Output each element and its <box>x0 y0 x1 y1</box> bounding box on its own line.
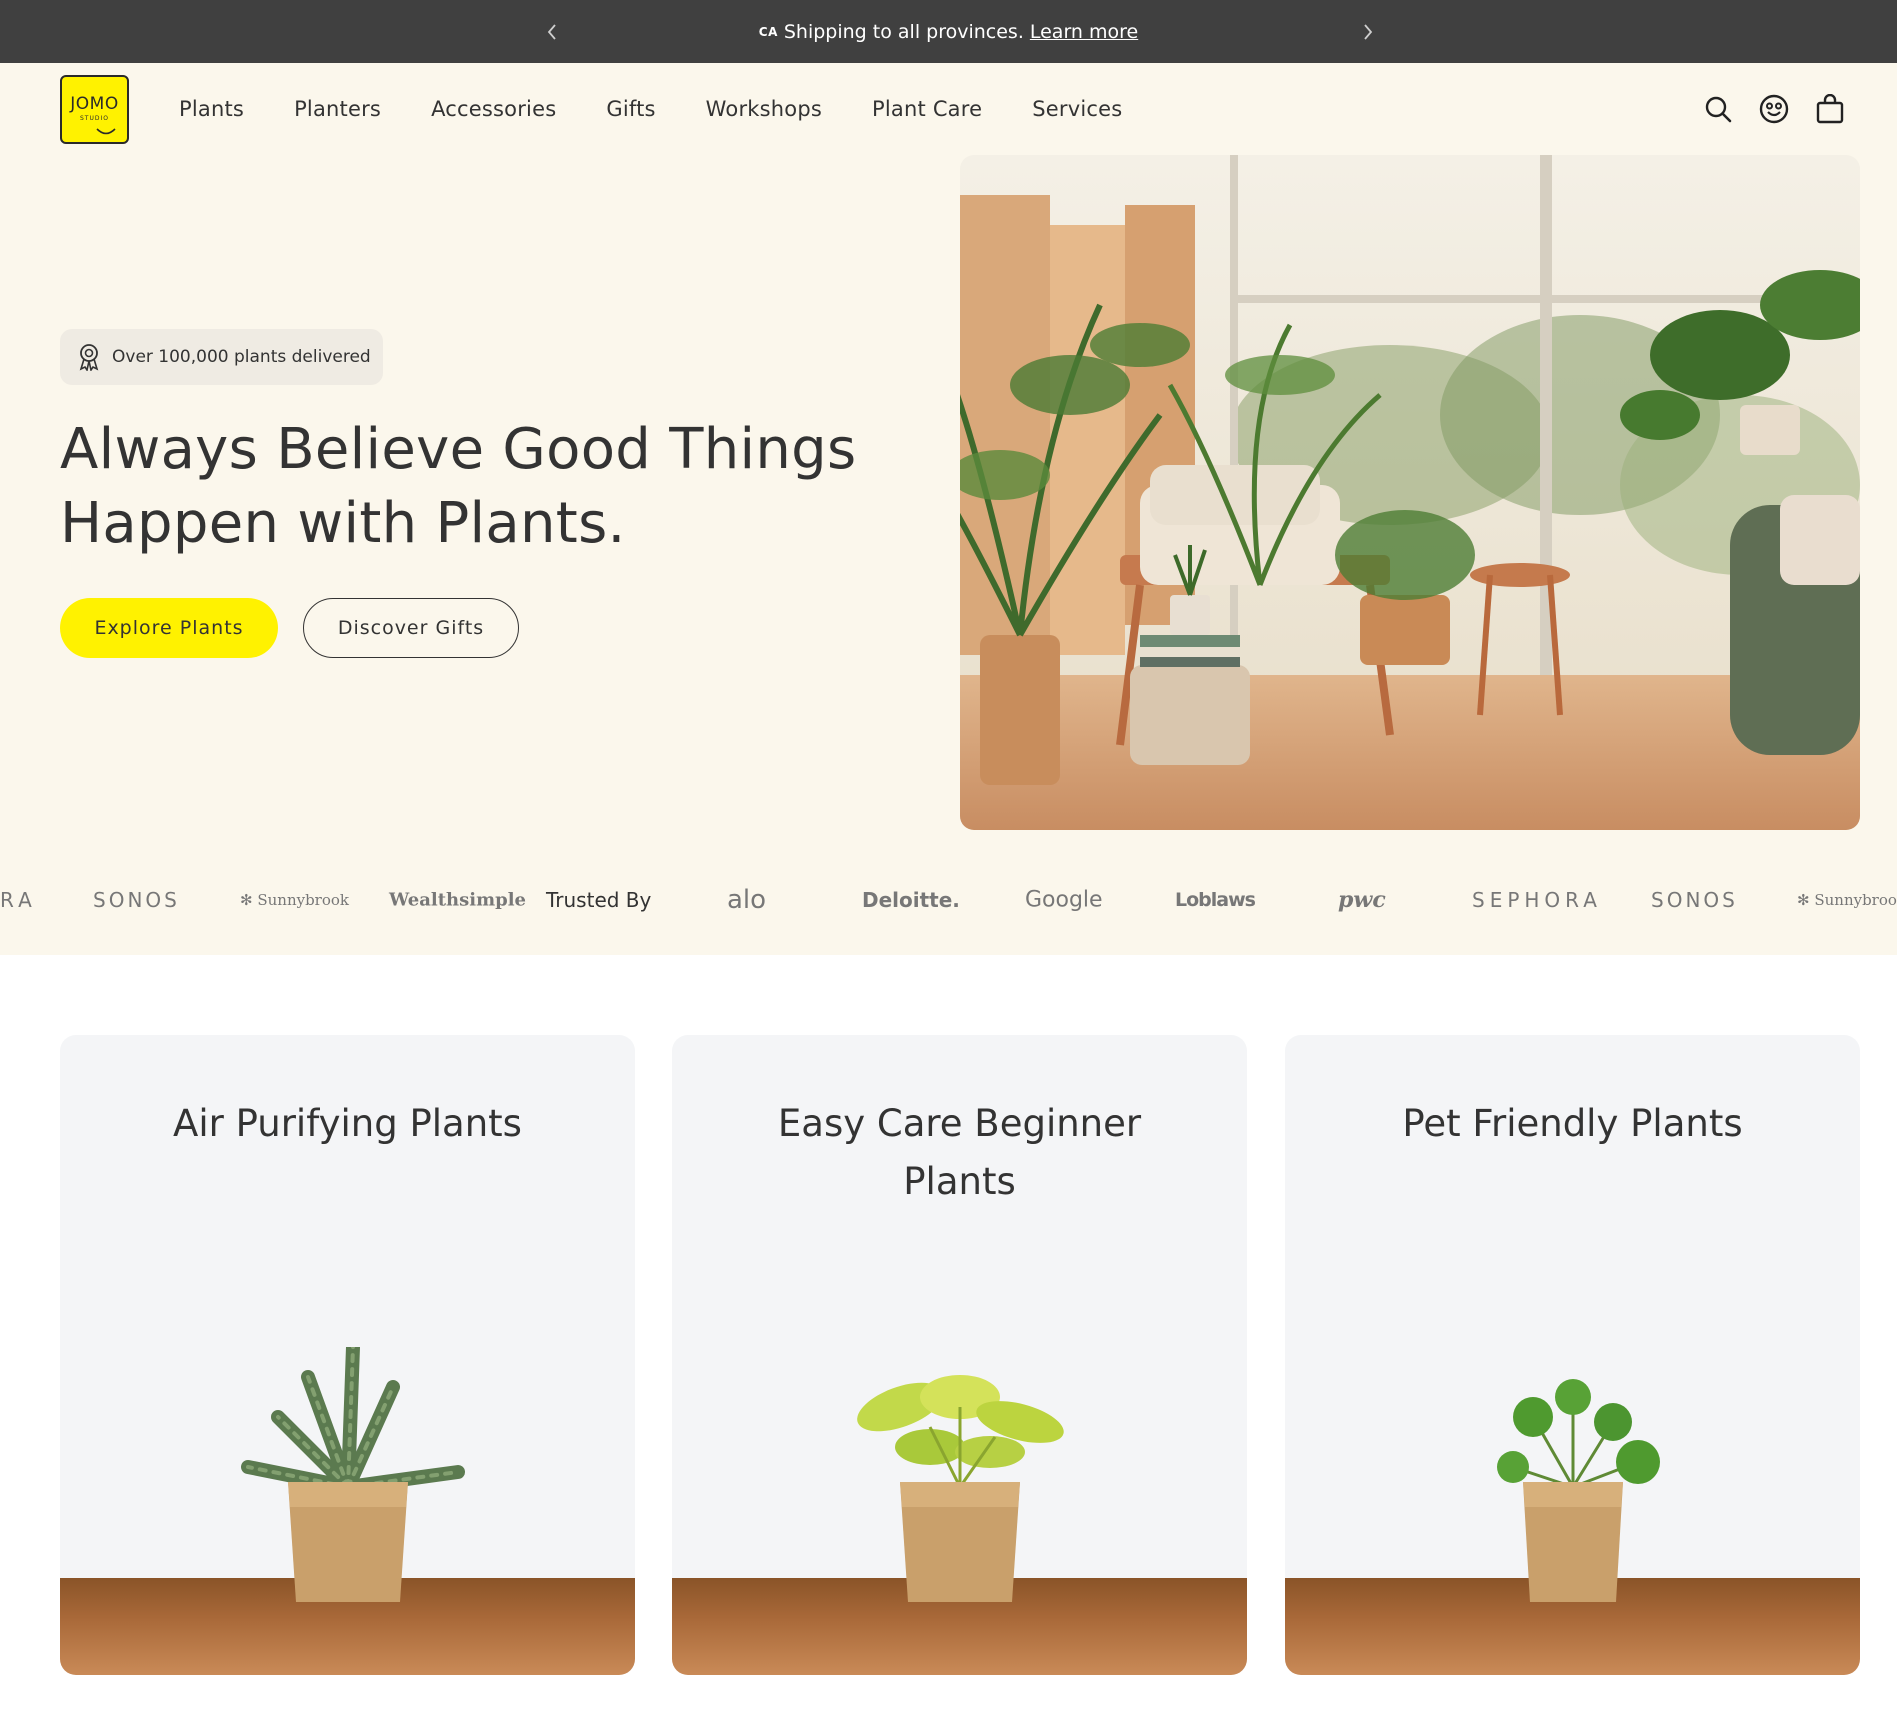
snake-plant-image <box>240 1347 465 1602</box>
explore-plants-button[interactable]: Explore Plants <box>60 598 278 658</box>
logo-word: JOMO <box>70 94 119 114</box>
account-icon <box>1759 94 1789 124</box>
header-actions <box>1703 94 1845 124</box>
nav-workshops[interactable]: Workshops <box>706 97 822 121</box>
sunnybrook-mark-icon: ✻ <box>1797 891 1815 909</box>
nav-plants[interactable]: Plants <box>179 97 244 121</box>
country-code: CA <box>758 24 778 39</box>
logo-alo: alo <box>727 885 767 915</box>
main-nav: Plants Planters Accessories Gifts Worksh… <box>179 97 1172 121</box>
logo-sephora-partial: RA <box>0 888 37 912</box>
logo-sunnybrook-text: Sunnybrook <box>257 891 349 909</box>
card-title: Air Purifying Plants <box>173 1102 522 1145</box>
sunnybrook-mark-icon: ✻ <box>240 891 258 909</box>
announcement-text: Shipping to all provinces. <box>783 20 1024 43</box>
card-easy-care[interactable]: Easy Care Beginner Plants <box>672 1035 1247 1675</box>
logo-loblaws: Loblaws <box>1175 889 1256 911</box>
account-button[interactable] <box>1759 94 1789 124</box>
award-ribbon-icon <box>79 344 99 371</box>
logo-sonos-2: SONOS <box>1651 888 1738 912</box>
logo-sonos: SONOS <box>93 888 180 912</box>
hero-title-line1: Always Believe Good Things <box>60 417 857 482</box>
nav-accessories[interactable]: Accessories <box>431 97 556 121</box>
chevron-left-icon <box>547 23 556 40</box>
prev-announcement-button[interactable] <box>538 18 566 46</box>
hero: Over 100,000 plants delivered Always Bel… <box>0 155 1897 845</box>
cart-button[interactable] <box>1815 94 1845 124</box>
search-icon <box>1705 96 1732 123</box>
category-cards: Air Purifying Plants Easy Care Beginner … <box>0 1035 1897 1675</box>
jomo-logo[interactable]: JOMO STUDIO <box>60 74 129 144</box>
card-pet-friendly[interactable]: Pet Friendly Plants <box>1285 1035 1860 1675</box>
logo-sunnybrook-2: ✻ Sunnybrook <box>1797 891 1897 909</box>
chevron-right-icon <box>1364 23 1373 40</box>
card-title: Pet Friendly Plants <box>1402 1102 1743 1145</box>
discover-gifts-button[interactable]: Discover Gifts <box>303 598 519 658</box>
trusted-by-strip: RA SONOS ✻ Sunnybrook Wealthsimple Trust… <box>0 845 1897 955</box>
hero-title: Always Believe Good Things Happen with P… <box>60 413 900 561</box>
logo-sephora: SEPHORA <box>1472 888 1602 912</box>
search-button[interactable] <box>1703 94 1733 124</box>
delivered-badge: Over 100,000 plants delivered <box>60 329 383 385</box>
hero-title-line2: Happen with Plants. <box>60 491 626 556</box>
nav-plant-care[interactable]: Plant Care <box>872 97 982 121</box>
learn-more-link[interactable]: Learn more <box>1030 21 1138 43</box>
smile-icon <box>96 127 116 134</box>
announcement-bar: CA Shipping to all provinces. Learn more <box>0 0 1897 63</box>
hero-section: JOMO STUDIO Plants Planters Accessories … <box>0 63 1897 955</box>
card-air-purifying[interactable]: Air Purifying Plants <box>60 1035 635 1675</box>
sunroom-plants-photo <box>960 155 1860 830</box>
logo-deloitte: Deloitte. <box>862 888 960 912</box>
nav-planters[interactable]: Planters <box>294 97 381 121</box>
logo-sub: STUDIO <box>80 115 109 122</box>
card-title: Easy Care Beginner Plants <box>777 1102 1142 1203</box>
site-header: JOMO STUDIO Plants Planters Accessories … <box>0 63 1897 155</box>
nav-gifts[interactable]: Gifts <box>606 97 655 121</box>
logo-sunnybrook: ✻ Sunnybrook <box>240 891 349 909</box>
logo-sunnybrook-2-text: Sunnybrook <box>1814 891 1897 909</box>
nav-services[interactable]: Services <box>1032 97 1122 121</box>
logo-google: Google <box>1025 887 1103 913</box>
logo-wealthsimple: Wealthsimple <box>389 889 526 911</box>
hero-photo <box>960 155 1860 830</box>
pothos-plant-image <box>856 1375 1064 1602</box>
pilea-plant-image <box>1496 1379 1660 1602</box>
next-announcement-button[interactable] <box>1354 18 1382 46</box>
trusted-by-label: Trusted By <box>546 888 652 912</box>
badge-text: Over 100,000 plants delivered <box>112 347 371 367</box>
logo-pwc: pwc <box>1338 887 1386 913</box>
bag-icon <box>1816 94 1844 124</box>
